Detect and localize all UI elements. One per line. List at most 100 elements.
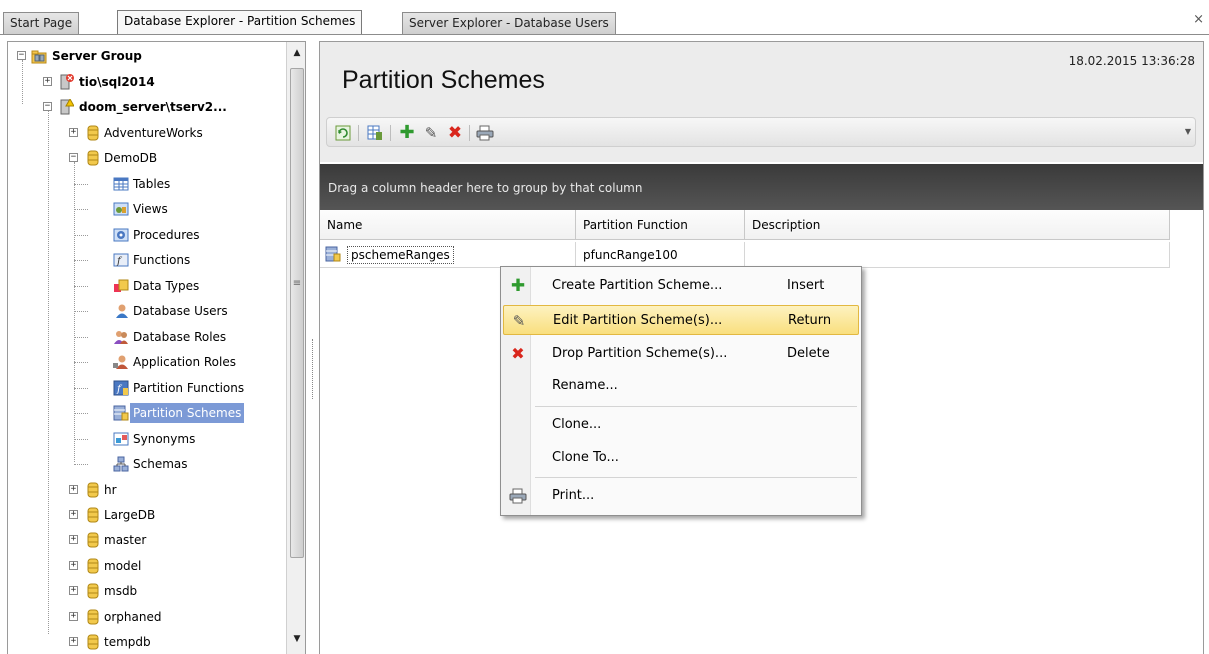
menu-item-create-partition-scheme[interactable]: ✚ Create Partition Scheme... Insert (503, 271, 859, 301)
tree-node-tables[interactable]: Tables (8, 174, 278, 194)
tree-node-server[interactable]: + tio\sql2014 (8, 72, 278, 92)
cell-name[interactable]: pschemeRanges (320, 242, 576, 268)
database-icon (87, 125, 99, 141)
server-warning-icon (60, 99, 74, 115)
scrollbar-thumb[interactable] (290, 68, 304, 558)
tree-node-database[interactable]: + LargeDB (8, 505, 278, 525)
tree-node-server-group[interactable]: − Server Group (8, 46, 278, 66)
tree-connector (74, 337, 88, 338)
tree-node-synonyms[interactable]: Synonyms (8, 429, 278, 449)
partition-schemes-icon (113, 405, 129, 421)
collapse-icon[interactable]: − (69, 153, 78, 162)
explorer-tree[interactable]: − Server Group + tio\sql2014 − doom_serv… (7, 41, 306, 654)
tree-node-database-demodb[interactable]: − DemoDB (8, 148, 278, 168)
collapse-icon[interactable]: − (43, 102, 52, 111)
expand-icon[interactable]: + (69, 535, 78, 544)
scroll-up-icon[interactable]: ▲ (290, 48, 304, 62)
edit-icon: ✎ (512, 312, 526, 330)
add-icon[interactable]: ✚ (397, 123, 417, 143)
database-icon (87, 558, 99, 574)
menu-item-clone-to[interactable]: Clone To... (503, 443, 859, 473)
application-roles-icon (113, 355, 128, 369)
panel-splitter[interactable] (306, 41, 319, 654)
tree-connector (74, 439, 88, 440)
toolbar-separator (390, 125, 391, 141)
document-tab-strip: Start Page Database Explorer - Partition… (0, 0, 1209, 38)
expand-icon[interactable]: + (69, 128, 78, 137)
expand-icon[interactable]: + (69, 485, 78, 494)
delete-icon[interactable]: ✖ (445, 123, 465, 143)
column-header-description[interactable]: Description (745, 210, 1170, 240)
tree-node-database[interactable]: + AdventureWorks (8, 123, 278, 143)
cell-name-text: pschemeRanges (347, 246, 454, 264)
tree-node-partition-schemes[interactable]: Partition Schemes (8, 403, 278, 423)
tree-node-database-users[interactable]: Database Users (8, 301, 278, 321)
tab-server-explorer-database-users[interactable]: Server Explorer - Database Users (402, 12, 616, 34)
print-icon[interactable] (475, 123, 495, 143)
expand-icon[interactable]: + (69, 586, 78, 595)
partition-scheme-icon (325, 246, 341, 262)
page-title: Partition Schemes (342, 66, 545, 94)
views-icon (113, 202, 129, 216)
tree-node-database[interactable]: + msdb (8, 581, 278, 601)
expand-icon[interactable]: + (69, 612, 78, 621)
tab-database-explorer-partition-schemes[interactable]: Database Explorer - Partition Schemes (117, 10, 363, 35)
tree-node-partition-functions[interactable]: f Partition Functions (8, 378, 278, 398)
group-by-panel[interactable]: Drag a column header here to group by th… (320, 164, 1203, 210)
expand-icon[interactable]: + (69, 510, 78, 519)
tree-node-server[interactable]: − doom_server\tserv2... (8, 97, 278, 117)
timestamp: 18.02.2015 13:36:28 (1068, 54, 1195, 68)
close-tab-icon[interactable]: × (1193, 12, 1204, 27)
tree-node-database[interactable]: + tempdb (8, 632, 278, 652)
splitter-grip (312, 339, 314, 399)
expand-icon[interactable]: + (43, 77, 52, 86)
toolbar-overflow-icon[interactable]: ▼ (1185, 127, 1191, 136)
delete-icon: ✖ (511, 344, 525, 363)
collapse-icon[interactable]: − (17, 51, 26, 60)
toolbar-separator (469, 125, 470, 141)
cell-description[interactable] (745, 242, 1170, 268)
tab-start-page[interactable]: Start Page (3, 12, 80, 34)
menu-item-print[interactable]: Print... (503, 481, 859, 511)
scroll-down-icon[interactable]: ▼ (290, 634, 304, 648)
menu-item-rename[interactable]: Rename... (503, 371, 859, 401)
tree-node-database-roles[interactable]: Database Roles (8, 327, 278, 347)
menu-item-edit-partition-schemes[interactable]: ✎ Edit Partition Scheme(s)... Return (503, 305, 859, 335)
tree-node-database[interactable]: + master (8, 530, 278, 550)
data-types-icon (114, 279, 129, 292)
tree-node-data-types[interactable]: Data Types (8, 276, 278, 296)
edit-icon[interactable]: ✎ (421, 123, 441, 143)
refresh-icon[interactable] (333, 123, 353, 143)
menu-item-clone[interactable]: Clone... (503, 410, 859, 440)
tree-node-database[interactable]: + model (8, 556, 278, 576)
tree-node-database[interactable]: + hr (8, 480, 278, 500)
print-icon (509, 487, 527, 505)
server-group-icon (31, 50, 47, 64)
tree-connector (74, 388, 88, 389)
tree-vertical-scrollbar[interactable]: ▲ ≡ ▼ (286, 42, 305, 654)
tree-node-functions[interactable]: f Functions (8, 250, 278, 270)
tree-connector (74, 413, 88, 414)
database-users-icon (116, 304, 128, 318)
expand-icon[interactable]: + (69, 637, 78, 646)
properties-icon[interactable] (365, 123, 385, 143)
column-header-name[interactable]: Name (320, 210, 576, 240)
tree-node-procedures[interactable]: Procedures (8, 225, 278, 245)
expand-icon[interactable]: + (69, 561, 78, 570)
partition-functions-icon: f (113, 380, 129, 396)
database-icon (87, 482, 99, 498)
tree-node-database[interactable]: + orphaned (8, 607, 278, 627)
cell-partition-function[interactable]: pfuncRange100 (576, 242, 745, 268)
menu-item-drop-partition-schemes[interactable]: ✖ Drop Partition Scheme(s)... Delete (503, 339, 859, 369)
database-icon (87, 532, 99, 548)
content-header: Partition Schemes 18.02.2015 13:36:28 ✚ … (320, 42, 1203, 162)
database-icon (87, 150, 99, 166)
tree-node-application-roles[interactable]: Application Roles (8, 352, 278, 372)
functions-icon: f (113, 253, 129, 267)
context-menu: ✚ Create Partition Scheme... Insert ✎ Ed… (500, 266, 862, 516)
tree-connector (74, 311, 88, 312)
menu-separator (535, 406, 857, 407)
tree-node-schemas[interactable]: Schemas (8, 454, 278, 474)
column-header-partition-function[interactable]: Partition Function (576, 210, 745, 240)
tree-node-views[interactable]: Views (8, 199, 278, 219)
